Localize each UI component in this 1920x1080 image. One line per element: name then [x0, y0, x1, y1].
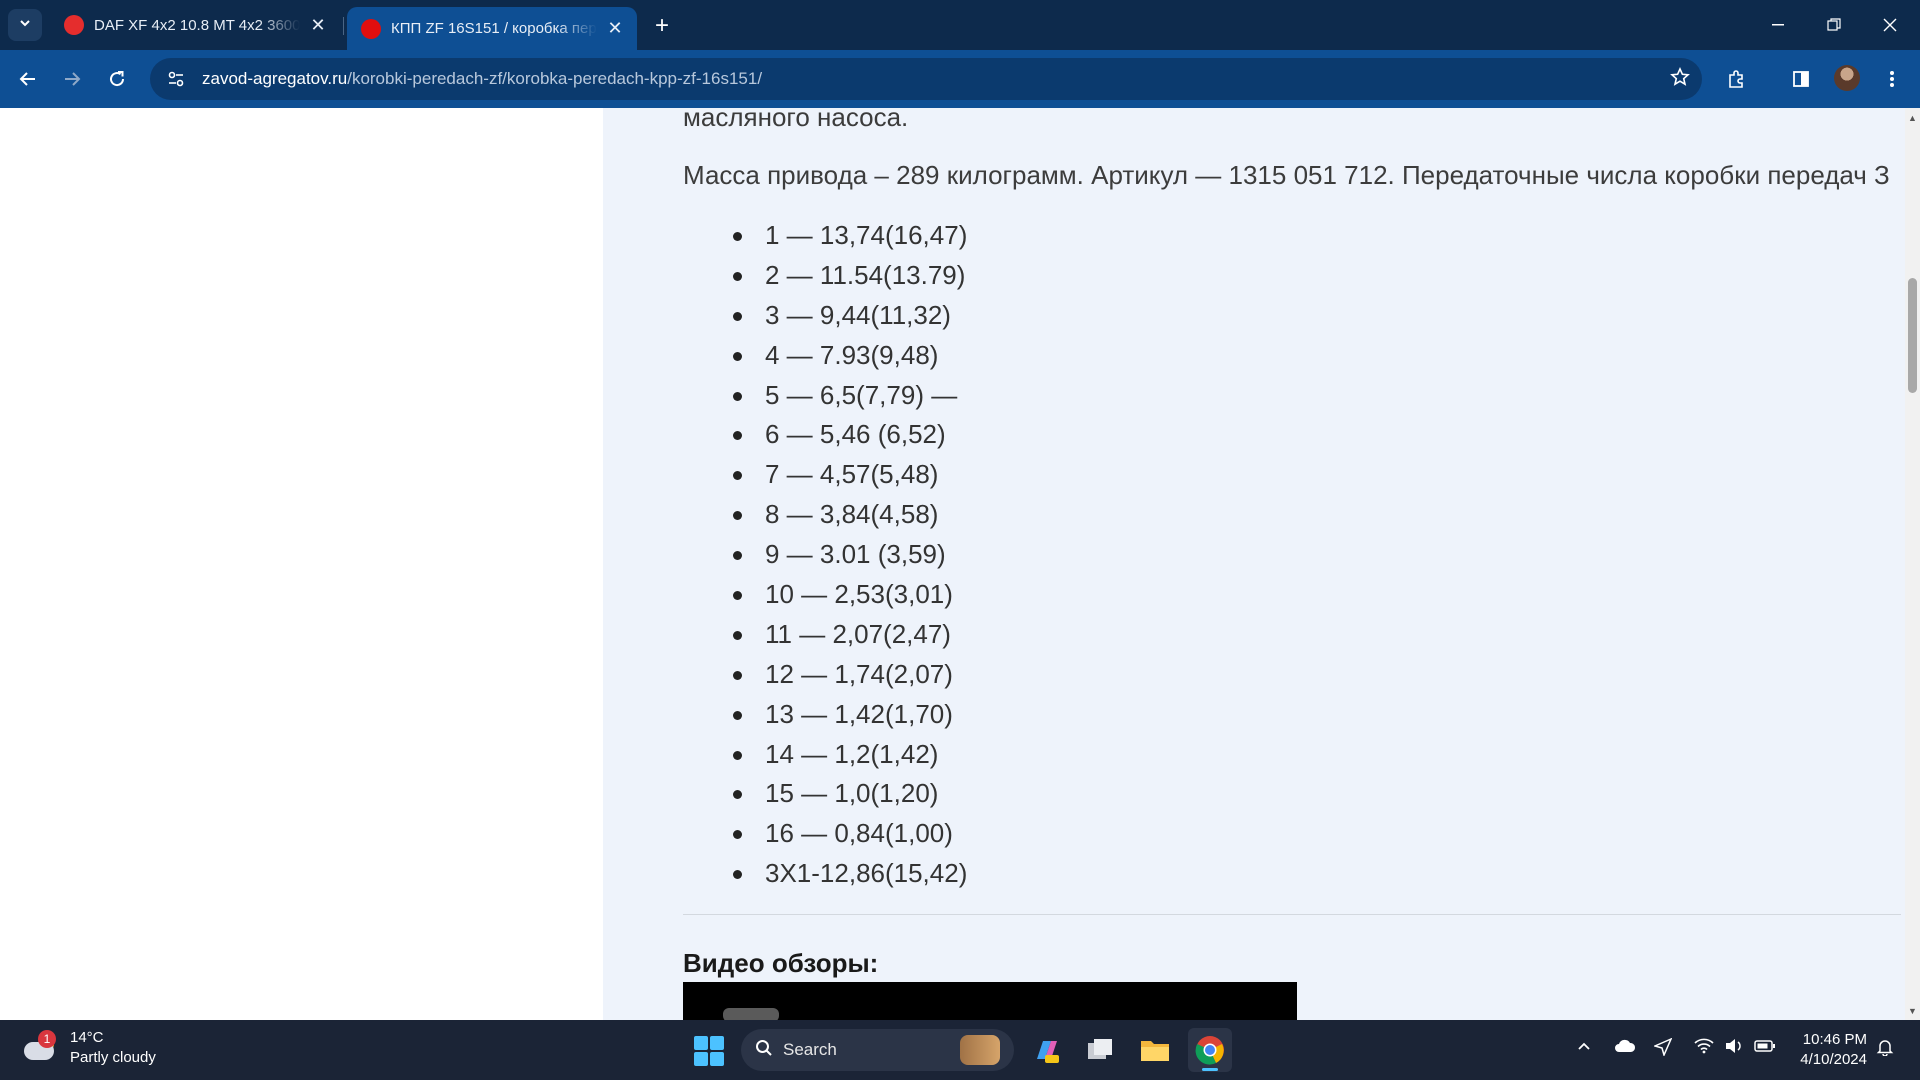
tab-daf[interactable]: DAF XF 4x2 10.8 MT 4x2 3600 X ✕: [50, 7, 340, 43]
new-tab-button[interactable]: +: [648, 12, 676, 40]
list-item: 7 — 4,57(5,48): [732, 455, 967, 495]
list-item: 2 — 11.54(13.79): [732, 256, 967, 296]
side-panel-button[interactable]: [1785, 63, 1817, 95]
page-scrollbar[interactable]: ▲ ▼: [1905, 108, 1920, 1020]
site-favicon-icon: [361, 18, 381, 39]
wifi-icon[interactable]: [1694, 1038, 1714, 1059]
battery-icon[interactable]: [1754, 1038, 1776, 1058]
windows-taskbar: 1 14°C Partly cloudy Search 10:46 PM 4/1…: [0, 1020, 1920, 1080]
video-section-heading: Видео обзоры:: [683, 948, 879, 978]
clock-time: 10:46 PM: [1802, 1031, 1867, 1048]
list-item: 10 — 2,53(3,01): [732, 575, 967, 615]
page-viewport: масляного насоса. Масса привода – 289 ки…: [0, 108, 1905, 1020]
paragraph-mass: Масса привода – 289 килограмм. Артикул —…: [683, 160, 1890, 190]
video-thumbnail: [723, 1008, 779, 1020]
list-item: 3X1-12,86(15,42): [732, 854, 967, 894]
scroll-down-arrow-icon[interactable]: ▼: [1905, 1003, 1920, 1018]
reload-button[interactable]: [101, 63, 133, 95]
list-item: 9 — 3.01 (3,59): [732, 535, 967, 575]
tab-title: КПП ZF 16S151 / коробка пере: [391, 20, 597, 37]
list-item: 13 — 1,42(1,70): [732, 695, 967, 735]
section-divider: [683, 914, 1901, 915]
site-info-icon[interactable]: [164, 67, 188, 91]
copilot-app-icon[interactable]: [1024, 1028, 1068, 1072]
address-bar[interactable]: zavod-agregatov.ru/korobki-peredach-zf/k…: [150, 58, 1702, 100]
list-item: 1 — 13,74(16,47): [732, 216, 967, 256]
browser-menu-button[interactable]: [1876, 63, 1908, 95]
location-icon[interactable]: [1652, 1037, 1673, 1061]
chrome-app-icon[interactable]: [1188, 1028, 1232, 1072]
url-domain: zavod-agregatov.ru: [202, 69, 348, 88]
bookmark-star-icon[interactable]: [1670, 67, 1690, 93]
more-vertical-icon: [1890, 71, 1894, 87]
tab-title: DAF XF 4x2 10.8 MT 4x2 3600 X: [94, 16, 300, 34]
chevron-down-icon: [18, 16, 32, 35]
puzzle-icon: [1729, 70, 1743, 88]
tab-divider: [343, 17, 344, 35]
tab-strip: DAF XF 4x2 10.8 MT 4x2 3600 X ✕ КПП ZF 1…: [0, 0, 1920, 50]
back-button[interactable]: [12, 63, 44, 95]
onedrive-cloud-icon[interactable]: [1614, 1038, 1636, 1059]
weather-description: Partly cloudy: [70, 1049, 156, 1066]
partly-cloudy-icon: 1: [22, 1030, 58, 1064]
gear-ratio-list: 1 — 13,74(16,47) 2 — 11.54(13.79) 3 — 9,…: [732, 216, 967, 894]
weather-widget[interactable]: 1 14°C Partly cloudy: [22, 1028, 156, 1068]
paragraph-text: масляного насоса.: [683, 108, 909, 132]
site-favicon-icon: [64, 15, 84, 35]
system-clock[interactable]: 10:46 PM 4/10/2024: [1795, 1030, 1867, 1070]
arrow-right-icon: [65, 72, 81, 86]
list-item: 5 — 6,5(7,79) —: [732, 376, 967, 416]
file-explorer-icon[interactable]: [1133, 1028, 1177, 1072]
url-text: zavod-agregatov.ru/korobki-peredach-zf/k…: [202, 69, 762, 89]
list-item: 14 — 1,2(1,42): [732, 735, 967, 775]
list-item: 11 — 2,07(2,47): [732, 615, 967, 655]
list-item: 15 — 1,0(1,20): [732, 774, 967, 814]
scroll-up-arrow-icon[interactable]: ▲: [1905, 110, 1920, 125]
list-item: 8 — 3,84(4,58): [732, 495, 967, 535]
volume-icon[interactable]: [1724, 1038, 1744, 1059]
browser-toolbar: zavod-agregatov.ru/korobki-peredach-zf/k…: [0, 50, 1920, 108]
close-icon[interactable]: ✕: [603, 17, 627, 41]
notification-badge: 1: [38, 1030, 56, 1048]
list-item: 12 — 1,74(2,07): [732, 655, 967, 695]
taskbar-search[interactable]: Search: [741, 1029, 1014, 1071]
side-panel-icon: [1793, 71, 1809, 87]
task-view-icon[interactable]: [1078, 1028, 1122, 1072]
close-window-button[interactable]: [1862, 0, 1918, 50]
article-content: масляного насоса. Масса привода – 289 ки…: [603, 108, 1905, 1020]
list-item: 16 — 0,84(1,00): [732, 814, 967, 854]
search-highlight-image: [960, 1035, 1000, 1065]
chevron-up-icon[interactable]: [1576, 1038, 1592, 1059]
list-item: 4 — 7.93(9,48): [732, 336, 967, 376]
search-icon: [755, 1039, 773, 1062]
clock-date: 4/10/2024: [1800, 1051, 1867, 1068]
restore-button[interactable]: [1806, 0, 1862, 50]
video-player[interactable]: [683, 982, 1297, 1020]
tab-search-button[interactable]: [8, 9, 42, 41]
forward-button[interactable]: [56, 63, 88, 95]
url-path: /korobki-peredach-zf/korobka-peredach-kp…: [347, 69, 763, 88]
list-item: 6 — 5,46 (6,52): [732, 415, 967, 455]
extensions-button[interactable]: [1720, 63, 1752, 95]
profile-avatar[interactable]: [1834, 65, 1860, 91]
weather-temperature: 14°C: [70, 1029, 104, 1046]
scrollbar-thumb[interactable]: [1908, 278, 1917, 393]
search-label: Search: [783, 1040, 837, 1059]
start-button[interactable]: [694, 1036, 724, 1066]
tab-kpp-zf[interactable]: КПП ZF 16S151 / коробка пере ✕: [347, 7, 637, 50]
close-icon[interactable]: ✕: [306, 13, 330, 37]
arrow-left-icon: [19, 72, 35, 86]
list-item: 3 — 9,44(11,32): [732, 296, 967, 336]
notification-bell-icon[interactable]: [1876, 1038, 1894, 1061]
reload-icon: [110, 71, 125, 87]
minimize-button[interactable]: [1750, 0, 1806, 50]
